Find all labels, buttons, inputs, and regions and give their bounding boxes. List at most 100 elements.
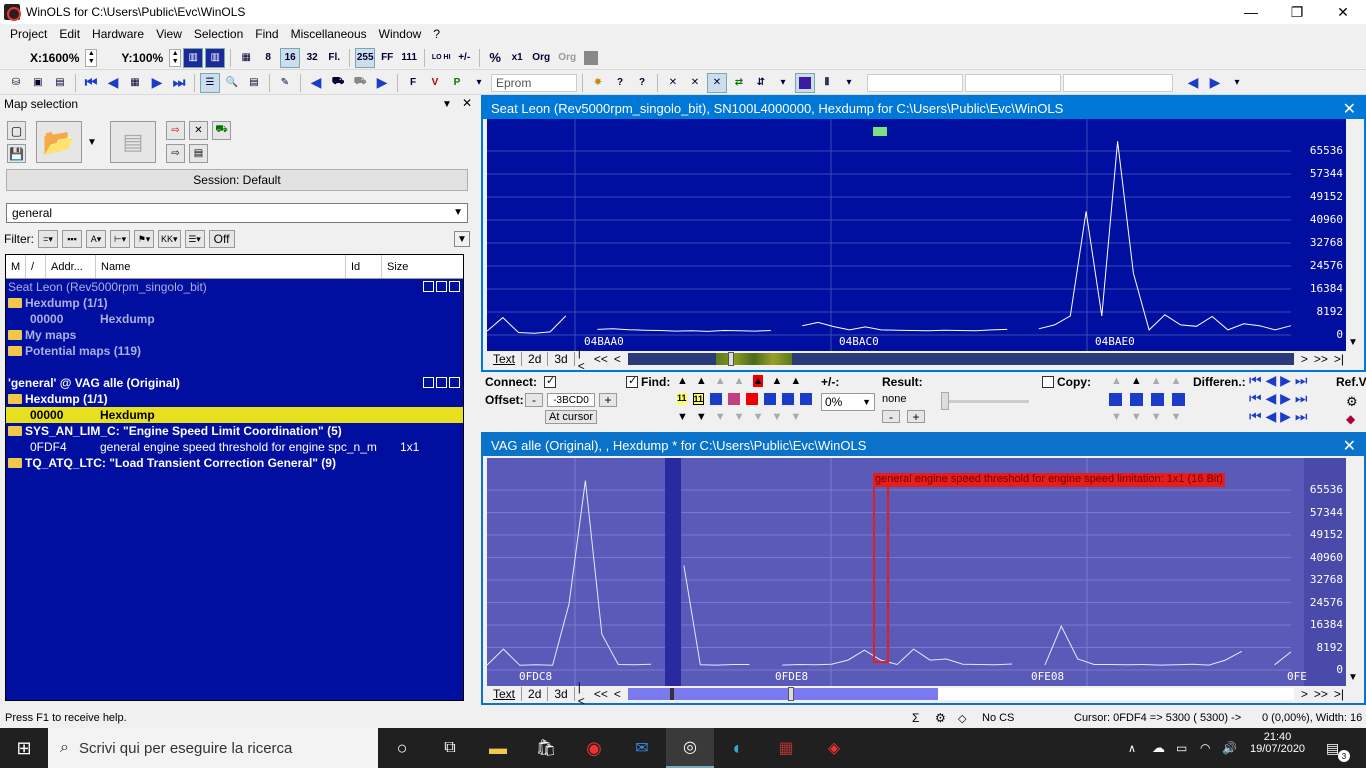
app-icon[interactable]: ◈ [810, 738, 858, 758]
list-item-project[interactable]: Seat Leon (Rev5000rpm_singolo_bit) [6, 279, 463, 295]
last-map-icon[interactable]: ⏭ [169, 73, 189, 93]
first-page-button[interactable]: |< [575, 345, 591, 373]
offset-minus-button[interactable]: - [525, 393, 543, 407]
top-horizontal-scrollbar[interactable] [627, 352, 1294, 366]
car-plus-icon[interactable]: ⛟ [212, 121, 231, 140]
export-icon[interactable]: ⇄ [729, 73, 749, 93]
new-icon[interactable]: ▢ [7, 121, 26, 140]
network-icon[interactable]: ▭ [1176, 741, 1187, 755]
diamond-icon[interactable]: ◇ [958, 712, 966, 725]
find-table2-icon[interactable] [782, 393, 795, 405]
find-11-button[interactable]: 11 [677, 393, 687, 405]
next-page-button[interactable]: >> [1311, 352, 1331, 366]
chevron-down-icon[interactable]: ▼ [85, 121, 99, 163]
list-item-folder[interactable]: TQ_ATQ_LTC: "Load Transient Correction G… [6, 455, 463, 471]
list-item-map[interactable]: 0FDF4 general engine speed threshold for … [6, 439, 463, 455]
find-up-icon[interactable]: ▲ [771, 375, 782, 387]
find-table-icon[interactable] [764, 393, 777, 405]
stop-icon[interactable] [581, 48, 601, 68]
copy-down-icon[interactable]: ▼ [1171, 411, 1182, 423]
next-button[interactable]: > [1298, 687, 1311, 701]
close-icon[interactable] [449, 377, 460, 388]
col-name[interactable]: Name [96, 255, 346, 278]
last-page-button[interactable]: >| [1331, 352, 1347, 366]
range-combo-1[interactable] [867, 73, 963, 92]
menu-project[interactable]: Project [4, 27, 53, 41]
tile-icon[interactable] [436, 377, 447, 388]
list-item-folder[interactable]: My maps [6, 327, 463, 343]
eprom-combo[interactable]: Eprom [491, 73, 577, 92]
filter-off-button[interactable]: Off [208, 230, 235, 248]
factor-button[interactable]: x1 [507, 48, 527, 68]
chevron-up-icon[interactable]: ∧ [1128, 742, 1136, 755]
map-search-combo[interactable]: general ▼ [6, 203, 468, 223]
copy-up-icon[interactable]: ▲ [1171, 375, 1182, 387]
copy-table-icon[interactable] [1130, 393, 1143, 406]
windows-start-icon[interactable]: ⊞ [0, 728, 48, 768]
menu-selection[interactable]: Selection [188, 27, 249, 41]
percent-button[interactable]: % [485, 48, 505, 68]
highlight-icon[interactable]: ✸ [588, 73, 608, 93]
properties-icon[interactable]: ▤ [244, 73, 264, 93]
range-combo-2[interactable] [965, 73, 1061, 92]
col-size[interactable]: Size [382, 255, 462, 278]
binary-button[interactable]: 111 [399, 48, 419, 68]
diff-prev-icon[interactable]: ◀ [1266, 408, 1277, 424]
volume-icon[interactable]: 🔊 [1222, 741, 1237, 755]
find-up-icon[interactable]: ▲ [696, 375, 707, 387]
find-up-active-icon[interactable]: ▲ [752, 375, 764, 387]
context-help-icon[interactable]: ? [632, 73, 652, 93]
forward-icon[interactable]: ▶ [372, 73, 392, 93]
taskbar-search[interactable]: ⌕ Scrivi qui per eseguire la ricerca [48, 728, 378, 768]
diff-first-icon[interactable]: ⏮ [1249, 372, 1262, 388]
panel-pin-icon[interactable]: ▼ [442, 99, 452, 110]
result-minus-button[interactable]: - [882, 410, 900, 424]
filter-equal-icon[interactable]: =▾ [38, 230, 58, 248]
search-map-icon[interactable]: 🔍 [222, 73, 242, 93]
chevron-down-icon[interactable]: ▾ [1227, 73, 1247, 93]
vertical-scrollbar[interactable]: ▼ [1346, 119, 1364, 351]
bottom-horizontal-scrollbar[interactable] [627, 687, 1294, 701]
connect-checkbox[interactable] [544, 374, 556, 388]
import-icon[interactable]: ▤ [110, 121, 156, 163]
signed-button[interactable]: +/- [454, 48, 474, 68]
session-button[interactable]: Session: Default [6, 169, 468, 191]
tile-icon[interactable] [436, 281, 447, 292]
columns-icon[interactable]: ⦀ [817, 73, 837, 93]
tab-2d[interactable]: 2d [522, 352, 549, 366]
project-icon[interactable]: P [447, 73, 467, 93]
tab-2d[interactable]: 2d [522, 687, 549, 701]
find-map3-icon[interactable] [746, 393, 759, 405]
prev-arrow-icon[interactable]: ◀ [1183, 73, 1203, 93]
filter-dots-icon[interactable]: ▪▪▪ [62, 230, 82, 248]
prev-button[interactable]: < [611, 352, 624, 366]
list-item-map[interactable]: 00000 Hexdump [6, 311, 463, 327]
filter-kk-icon[interactable]: KK▾ [158, 230, 181, 248]
wizard-icon[interactable]: ✕ [189, 121, 208, 140]
task-view-icon[interactable]: ⧉ [426, 739, 474, 757]
close-button[interactable]: ✕ [1320, 0, 1366, 24]
diff-prev-icon[interactable]: ◀ [1266, 372, 1277, 388]
diff-first-icon[interactable]: ⏮ [1249, 408, 1262, 424]
close-icon[interactable] [449, 281, 460, 292]
find-up-icon[interactable]: ▲ [715, 375, 726, 387]
filter-text-icon[interactable]: A▾ [86, 230, 106, 248]
fit-x-icon[interactable]: ▥ [183, 47, 204, 68]
chevron-down-icon[interactable]: ▾ [839, 73, 859, 93]
tools-icon[interactable]: ✎ [275, 73, 295, 93]
menu-window[interactable]: Window [373, 27, 428, 41]
align-icon[interactable]: ⇵ [751, 73, 771, 93]
version-icon[interactable]: V [425, 73, 445, 93]
col-id[interactable]: Id [346, 255, 382, 278]
close-icon[interactable]: ✕ [1343, 99, 1356, 119]
clock[interactable]: 21:40 19/07/2020 [1250, 731, 1305, 755]
lohi-button[interactable]: LO HI [430, 48, 452, 68]
find-down-icon[interactable]: ▼ [753, 411, 764, 423]
open-folder-icon[interactable]: 📂 [36, 121, 82, 163]
copy-down-icon[interactable]: ▼ [1111, 411, 1122, 423]
chrome-icon[interactable]: ◉ [570, 738, 618, 759]
col-slash[interactable]: / [26, 255, 46, 278]
store-icon[interactable]: 🛍 [522, 738, 570, 758]
split-icon[interactable] [423, 377, 434, 388]
copy-box-icon[interactable] [1172, 393, 1185, 406]
